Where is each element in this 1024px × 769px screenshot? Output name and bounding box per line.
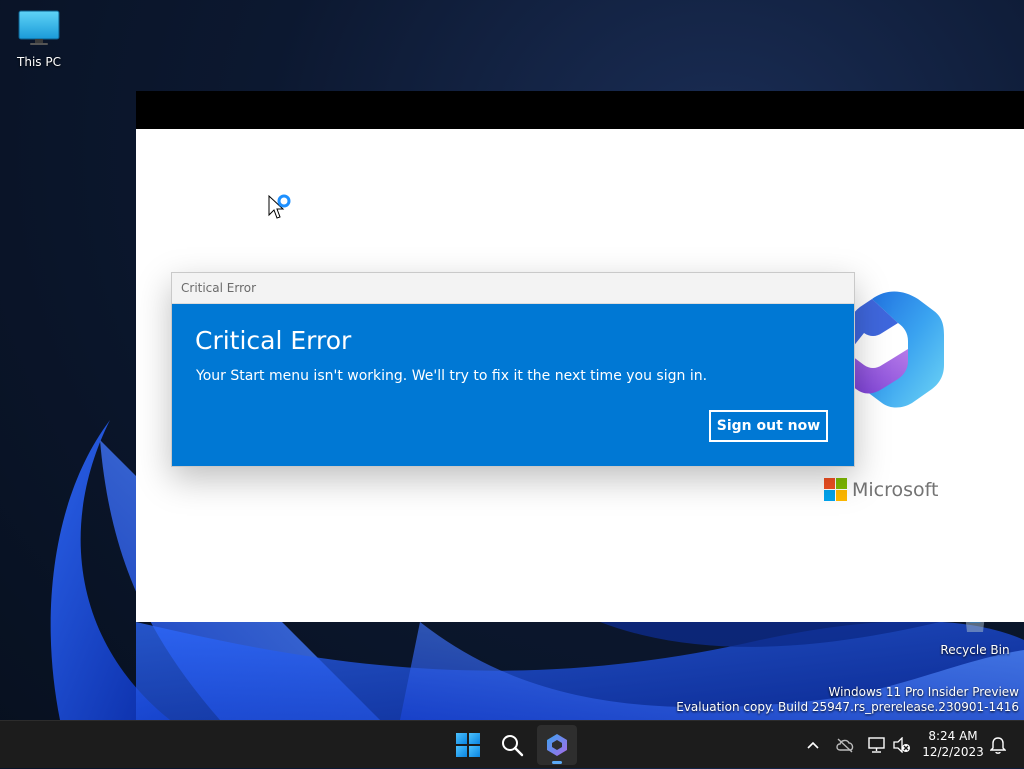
taskbar-clock[interactable]: 8:24 AM 12/2/2023 [920,728,986,760]
desktop-icon-label: Recycle Bin [940,643,1010,657]
window-titlebar [136,91,1024,129]
copilot-button[interactable] [537,725,577,765]
microsoft-365-logo-icon [848,291,944,408]
critical-error-dialog: Critical Error Critical Error Your Start… [171,272,855,467]
dialog-heading: Critical Error [195,326,352,355]
start-button[interactable] [448,725,488,765]
evaluation-watermark: Windows 11 Pro Insider Preview Evaluatio… [676,685,1019,715]
desktop-icon-label: This PC [17,55,61,69]
watermark-build: Evaluation copy. Build 25947.rs_prerelea… [676,700,1019,714]
notification-bell-icon [990,737,1006,754]
clock-time: 8:24 AM [928,729,978,743]
volume-tray-button[interactable] [891,721,913,769]
desktop-icon-this-pc[interactable]: This PC [1,8,77,69]
watermark-edition: Windows 11 Pro Insider Preview [828,685,1019,699]
dialog-message: Your Start menu isn't working. We'll try… [196,368,708,384]
chevron-up-icon [807,741,819,749]
microsoft-squares-icon [824,478,847,501]
onedrive-cloud-offline-icon [836,738,854,753]
onedrive-tray-button[interactable] [833,721,857,769]
taskbar: 8:24 AM 12/2/2023 [0,720,1024,768]
notification-center-button[interactable] [988,721,1008,769]
search-button[interactable] [492,725,532,765]
windows-start-icon [456,733,480,757]
search-icon [502,735,524,757]
monitor-icon [18,10,60,45]
sign-out-now-button[interactable]: Sign out now [709,410,828,442]
dialog-body: Critical Error Your Start menu isn't wor… [172,304,854,466]
network-tray-button[interactable] [866,721,888,769]
network-icon [868,737,885,753]
show-hidden-icons-button[interactable] [802,721,824,769]
busy-cursor-icon [268,194,291,219]
microsoft-logo: Microsoft [824,478,938,501]
microsoft-wordmark: Microsoft [852,478,939,501]
copilot-icon [547,734,567,756]
dialog-titlebar: Critical Error [172,273,854,304]
clock-date: 12/2/2023 [922,745,984,759]
volume-muted-icon [893,737,910,753]
active-indicator [552,761,562,764]
